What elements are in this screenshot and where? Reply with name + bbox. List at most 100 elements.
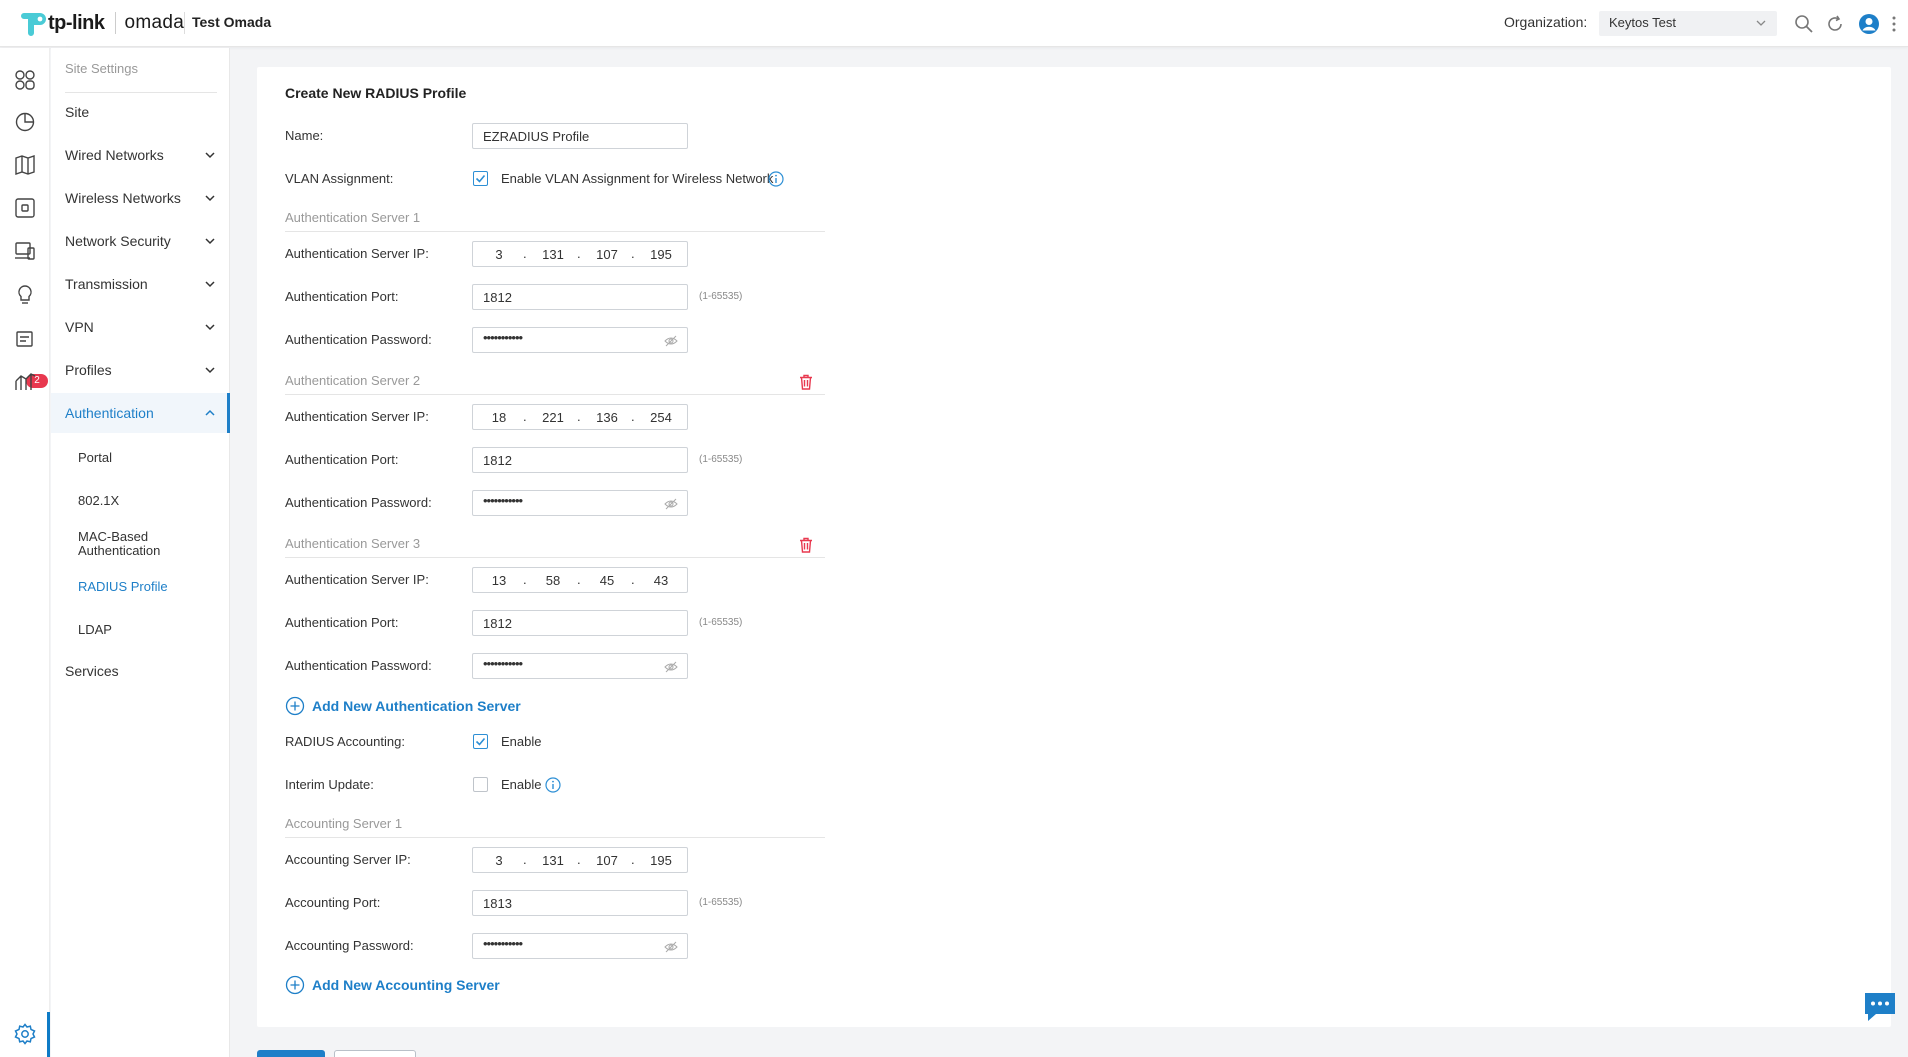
sidebar-item-label: Authentication <box>65 405 154 421</box>
sidebar-subitem-portal[interactable]: Portal <box>51 451 230 471</box>
clients-icon[interactable] <box>13 239 37 263</box>
sidebar-heading: Site Settings <box>65 61 138 76</box>
more-vertical-icon[interactable] <box>1888 13 1900 35</box>
sidebar-item-services[interactable]: Services <box>51 651 230 691</box>
sidebar-subitem-mac-based-authentication[interactable]: MAC-Based Authentication <box>51 530 230 564</box>
tp-link-logo-icon <box>18 9 46 37</box>
sidebar-subitem-radius-profile[interactable]: RADIUS Profile <box>51 580 230 600</box>
sidebar-item-wireless-networks[interactable]: Wireless Networks <box>51 178 230 218</box>
organization-select[interactable]: Keytos Test <box>1599 11 1777 36</box>
chevron-down-icon <box>205 367 215 374</box>
section-title: Authentication Server 1 <box>285 210 421 225</box>
chevron-down-icon <box>205 281 215 288</box>
auth-server-2-password-input[interactable]: ••••••••••• <box>472 490 688 516</box>
name-input[interactable]: EZRADIUS Profile <box>472 123 688 149</box>
accounting-port-input[interactable]: 1813 <box>472 890 688 916</box>
auth-server-2-port-input[interactable]: 1812 <box>472 447 688 473</box>
map-icon[interactable] <box>13 153 37 177</box>
vlan-assignment-checkbox[interactable] <box>473 171 488 186</box>
accounting-password-input[interactable]: ••••••••••• <box>472 933 688 959</box>
organization-label: Organization: <box>1504 14 1588 30</box>
auth-server-1-port-input[interactable]: 1812 <box>472 284 688 310</box>
plus-circle-icon <box>285 696 305 716</box>
ip-octet: 254 <box>650 410 672 425</box>
search-icon[interactable] <box>1793 13 1815 35</box>
tp-link-omada-logo[interactable]: tp-link omada <box>18 10 184 36</box>
sidebar-item-transmission[interactable]: Transmission <box>51 264 230 304</box>
ip-octet: 3 <box>495 853 503 868</box>
auth-server-2-ip-input[interactable]: 18. 221. 136. 254 <box>472 404 688 430</box>
statistics-icon[interactable] <box>13 110 37 134</box>
chevron-down-icon <box>205 324 215 331</box>
interim-update-checkbox-label: Enable <box>501 777 542 792</box>
auth-server-3-password-input[interactable]: ••••••••••• <box>472 653 688 679</box>
sidebar-item-label: Wireless Networks <box>65 190 181 206</box>
user-avatar-icon[interactable] <box>1858 13 1880 35</box>
interim-update-checkbox[interactable] <box>473 777 488 792</box>
ip-octet: 43 <box>653 573 669 588</box>
apply-button[interactable] <box>257 1050 325 1057</box>
radius-accounting-checkbox[interactable] <box>473 734 488 749</box>
sidebar-item-network-security[interactable]: Network Security <box>51 221 230 261</box>
chevron-down-icon <box>1756 20 1766 26</box>
product-name: omada <box>124 12 185 33</box>
sidebar-subitem-label: MAC-Based <box>78 529 149 544</box>
auth-server-3-port-input[interactable]: 1812 <box>472 610 688 636</box>
add-authentication-server-label: Add New Authentication Server <box>312 698 521 714</box>
top-bar: tp-link omada Test Omada Organization: K… <box>0 0 1908 47</box>
info-icon[interactable] <box>545 777 561 793</box>
reports-icon[interactable] <box>13 370 37 394</box>
info-icon[interactable] <box>768 171 784 187</box>
port-range-hint: (1-65535) <box>699 617 743 628</box>
auth-port-label: Authentication Port: <box>285 452 399 467</box>
sidebar-item-vpn[interactable]: VPN <box>51 307 230 347</box>
eye-hidden-icon[interactable] <box>664 334 678 348</box>
site-name[interactable]: Test Omada <box>192 14 271 30</box>
dashboard-icon[interactable] <box>13 68 37 92</box>
port-value: 1812 <box>483 453 512 468</box>
auth-server-ip-label: Authentication Server IP: <box>285 572 429 587</box>
auth-server-ip-label: Authentication Server IP: <box>285 409 429 424</box>
eye-hidden-icon[interactable] <box>664 660 678 674</box>
insights-bulb-icon[interactable] <box>13 283 37 307</box>
password-value: ••••••••••• <box>483 493 523 508</box>
delete-trash-icon[interactable] <box>797 373 815 391</box>
sidebar-subitem-ldap[interactable]: LDAP <box>51 623 230 643</box>
auth-password-label: Authentication Password: <box>285 495 432 510</box>
settings-gear-icon[interactable] <box>13 1022 37 1046</box>
page-title: Create New RADIUS Profile <box>285 85 467 101</box>
eye-hidden-icon[interactable] <box>664 940 678 954</box>
ip-octet: 107 <box>596 853 618 868</box>
logs-icon[interactable] <box>13 326 37 350</box>
accounting-server-ip-input[interactable]: 3. 131. 107. 195 <box>472 847 688 873</box>
add-authentication-server-button[interactable]: Add New Authentication Server <box>285 695 545 717</box>
auth-server-1-ip-input[interactable]: 3. 131. 107. 195 <box>472 241 688 267</box>
devices-icon[interactable] <box>13 196 37 220</box>
ip-octet: 131 <box>542 247 564 262</box>
eye-hidden-icon[interactable] <box>664 497 678 511</box>
refresh-icon[interactable] <box>1824 13 1846 35</box>
sidebar-item-authentication[interactable]: Authentication <box>51 393 230 433</box>
chat-support-icon[interactable] <box>1862 990 1898 1024</box>
auth-server-ip-label: Authentication Server IP: <box>285 246 429 261</box>
section-title: Authentication Server 2 <box>285 373 421 388</box>
auth-server-1-password-input[interactable]: ••••••••••• <box>472 327 688 353</box>
sidebar-item-profiles[interactable]: Profiles <box>51 350 230 390</box>
sidebar-subitem-8021x[interactable]: 802.1X <box>51 494 230 514</box>
port-range-hint: (1-65535) <box>699 291 743 302</box>
cancel-button[interactable] <box>334 1050 416 1057</box>
port-value: 1813 <box>483 896 512 911</box>
port-range-hint: (1-65535) <box>699 454 743 465</box>
plus-circle-icon <box>285 975 305 995</box>
sidebar-item-wired-networks[interactable]: Wired Networks <box>51 135 230 175</box>
logo-divider <box>114 12 116 34</box>
ip-octet: 13 <box>491 573 507 588</box>
organization-value: Keytos Test <box>1609 15 1676 30</box>
settings-active-indicator <box>47 1012 50 1057</box>
auth-server-3-ip-input[interactable]: 13. 58. 45. 43 <box>472 567 688 593</box>
delete-trash-icon[interactable] <box>797 536 815 554</box>
vlan-assignment-checkbox-label: Enable VLAN Assignment for Wireless Netw… <box>501 171 774 186</box>
sidebar-subitem-label: Portal <box>78 450 112 465</box>
add-accounting-server-button[interactable]: Add New Accounting Server <box>285 974 525 996</box>
sidebar-item-site[interactable]: Site <box>51 92 230 132</box>
